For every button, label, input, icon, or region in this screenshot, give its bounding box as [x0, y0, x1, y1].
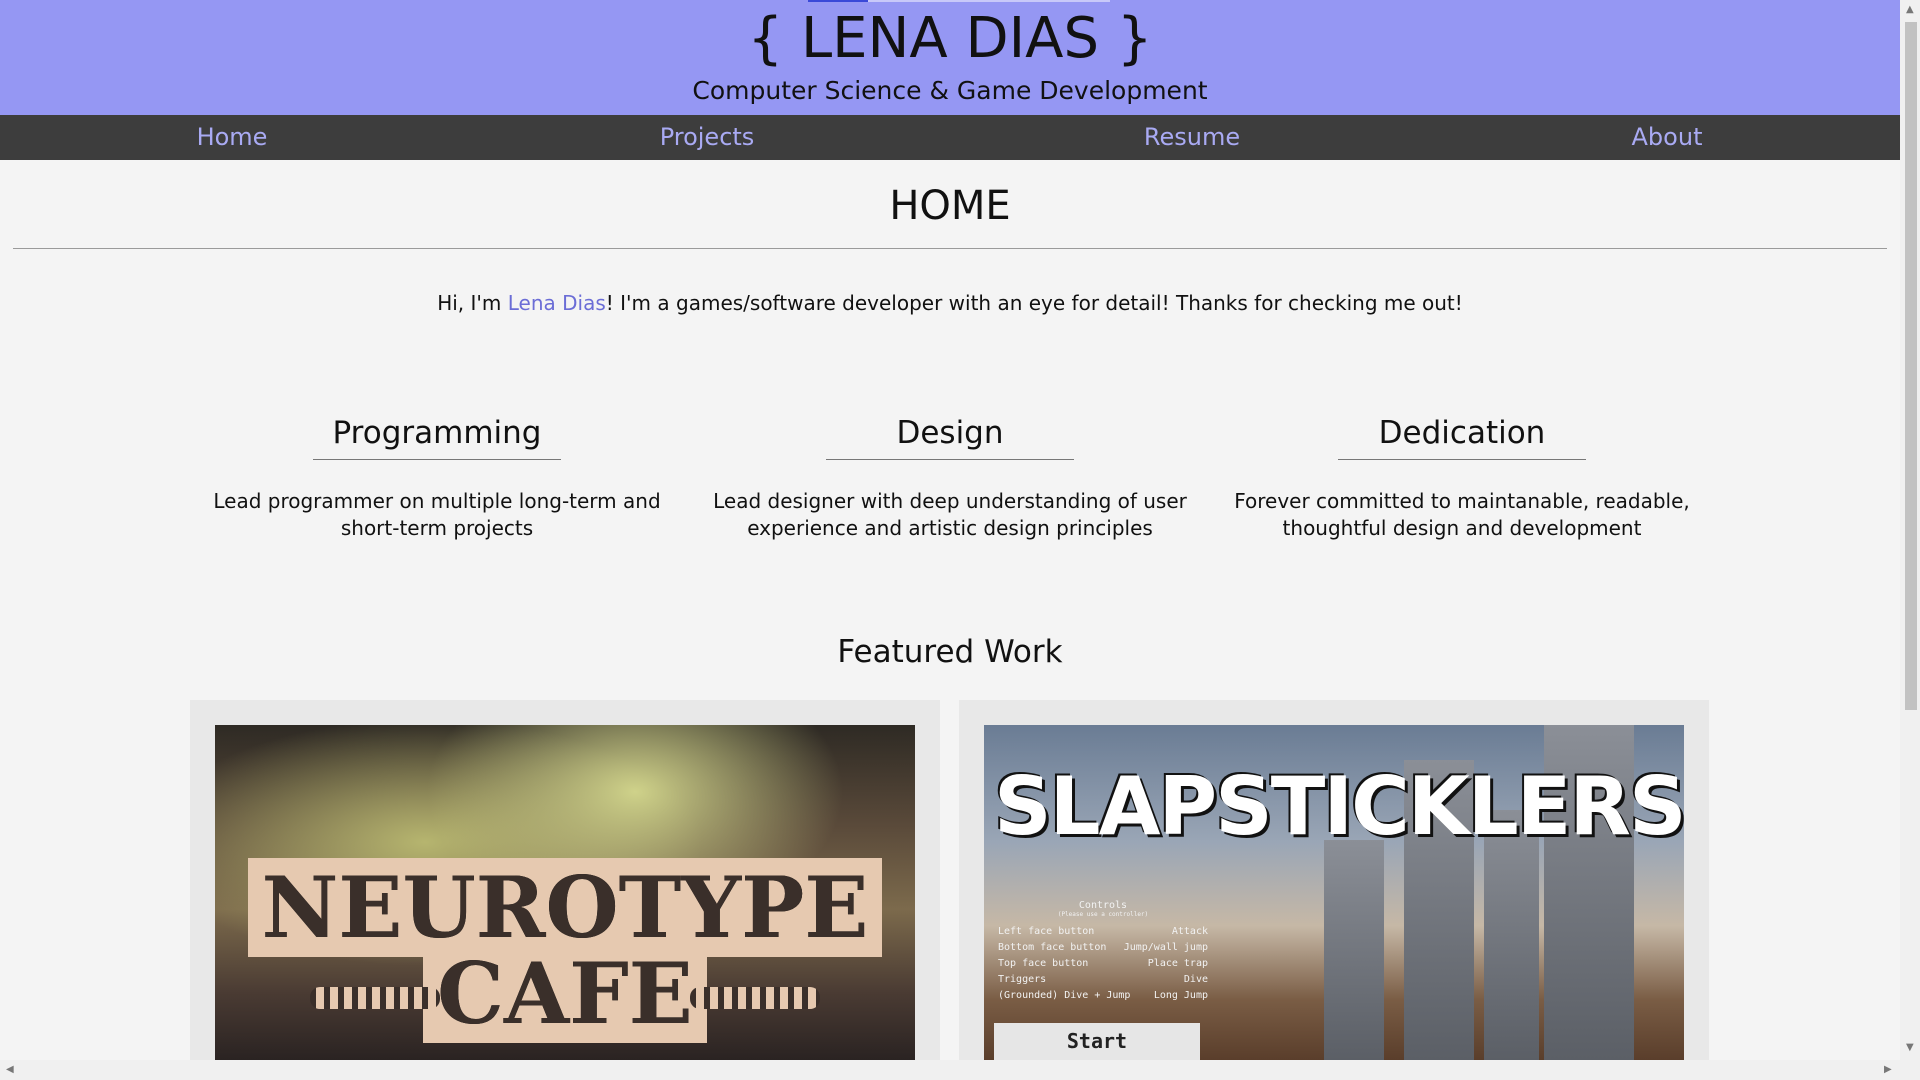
- control-input: Triggers: [998, 974, 1047, 985]
- site-header: { LENA DIAS } Computer Science & Game De…: [0, 0, 1900, 115]
- page: { LENA DIAS } Computer Science & Game De…: [0, 0, 1900, 1060]
- project-card-neurotype-cafe[interactable]: NEUROTYPE CAFE: [190, 700, 940, 1060]
- rail-decoration-right: [690, 987, 820, 1009]
- cafe-logo-line2: CAFE: [423, 944, 707, 1043]
- control-action: Long Jump: [1153, 990, 1208, 1001]
- project-card-slapsticklers[interactable]: SLAPSTICKLERS Controls (Please use a con…: [959, 700, 1709, 1060]
- controls-title: Controls: [1078, 900, 1128, 911]
- feature-design: Design Lead designer with deep understan…: [700, 410, 1200, 542]
- control-row: Left face button Attack: [998, 924, 1208, 940]
- feature-title: Design: [896, 415, 1004, 451]
- feature-programming: Programming Lead programmer on multiple …: [187, 410, 687, 542]
- nav-projects-link[interactable]: Projects: [660, 115, 755, 160]
- control-input: (Grounded) Dive + Jump: [998, 990, 1131, 1001]
- start-button-graphic: Start: [994, 1023, 1200, 1060]
- control-input: Left face button: [998, 926, 1095, 937]
- nav-about-link[interactable]: About: [1632, 115, 1703, 160]
- main-navbar: Home Projects Resume About: [0, 115, 1900, 160]
- game-logo-text: SLAPSTICKLERS: [994, 760, 1684, 853]
- feature-text: Lead programmer on multiple long-term an…: [213, 489, 661, 540]
- intro-text-end: ! I'm a games/software developer with an…: [605, 291, 1463, 315]
- page-title: HOME: [889, 183, 1011, 229]
- control-input: Bottom face button: [998, 942, 1107, 953]
- controls-subtitle: (Please use a controller): [1057, 911, 1149, 918]
- feature-dedication: Dedication Forever committed to maintana…: [1212, 410, 1712, 542]
- site-title: { LENA DIAS }: [747, 6, 1153, 71]
- scroll-left-arrow-icon[interactable]: ◀: [6, 1064, 14, 1075]
- name-link[interactable]: Lena Dias: [508, 291, 606, 315]
- heading-divider: [13, 248, 1887, 249]
- feature-text: Forever committed to maintanable, readab…: [1234, 489, 1690, 540]
- cafe-logo-text: NEUROTYPE CAFE: [215, 858, 915, 1043]
- building-shape: [1324, 840, 1384, 1060]
- scroll-down-arrow-icon[interactable]: ▼: [1906, 1042, 1914, 1053]
- control-action: Jump/wall jump: [1123, 942, 1208, 953]
- feature-underline: [1338, 459, 1586, 460]
- control-row: Bottom face button Jump/wall jump: [998, 940, 1208, 956]
- featured-work-heading: Featured Work: [837, 634, 1063, 670]
- feature-title: Dedication: [1378, 415, 1546, 451]
- feature-underline: [313, 459, 561, 460]
- control-row: Triggers Dive: [998, 972, 1208, 988]
- scroll-right-arrow-icon[interactable]: ▶: [1884, 1064, 1892, 1075]
- horizontal-scrollbar[interactable]: ◀ ▶: [0, 1060, 1920, 1080]
- scrollbar-thumb[interactable]: [1905, 22, 1917, 710]
- scroll-up-arrow-icon[interactable]: ▲: [1906, 4, 1914, 15]
- vertical-scrollbar[interactable]: ▲ ▼: [1900, 0, 1920, 1060]
- nav-resume-link[interactable]: Resume: [1144, 115, 1240, 160]
- control-row: (Grounded) Dive + Jump Long Jump: [998, 988, 1208, 1004]
- cafe-logo-line1: NEUROTYPE: [247, 858, 883, 957]
- feature-text: Lead designer with deep understanding of…: [713, 489, 1187, 540]
- control-input: Top face button: [998, 958, 1089, 969]
- rail-decoration-left: [310, 987, 440, 1009]
- intro-text: Hi, I'm Lena Dias! I'm a games/software …: [0, 288, 1900, 318]
- controls-panel: Controls (Please use a controller) Left …: [998, 900, 1208, 1004]
- top-accent-bar-light: [868, 0, 1110, 2]
- site-subtitle: Computer Science & Game Development: [692, 76, 1208, 105]
- feature-title: Programming: [332, 415, 542, 451]
- top-accent-bar: [808, 0, 868, 2]
- control-row: Top face button Place trap: [998, 956, 1208, 972]
- feature-underline: [826, 459, 1074, 460]
- control-action: Place trap: [1147, 958, 1208, 969]
- control-action: Dive: [1183, 974, 1208, 985]
- project-thumbnail[interactable]: SLAPSTICKLERS Controls (Please use a con…: [984, 725, 1684, 1060]
- control-action: Attack: [1171, 926, 1208, 937]
- intro-text-start: Hi, I'm: [437, 291, 508, 315]
- nav-home-link[interactable]: Home: [197, 115, 268, 160]
- project-thumbnail[interactable]: NEUROTYPE CAFE: [215, 725, 915, 1060]
